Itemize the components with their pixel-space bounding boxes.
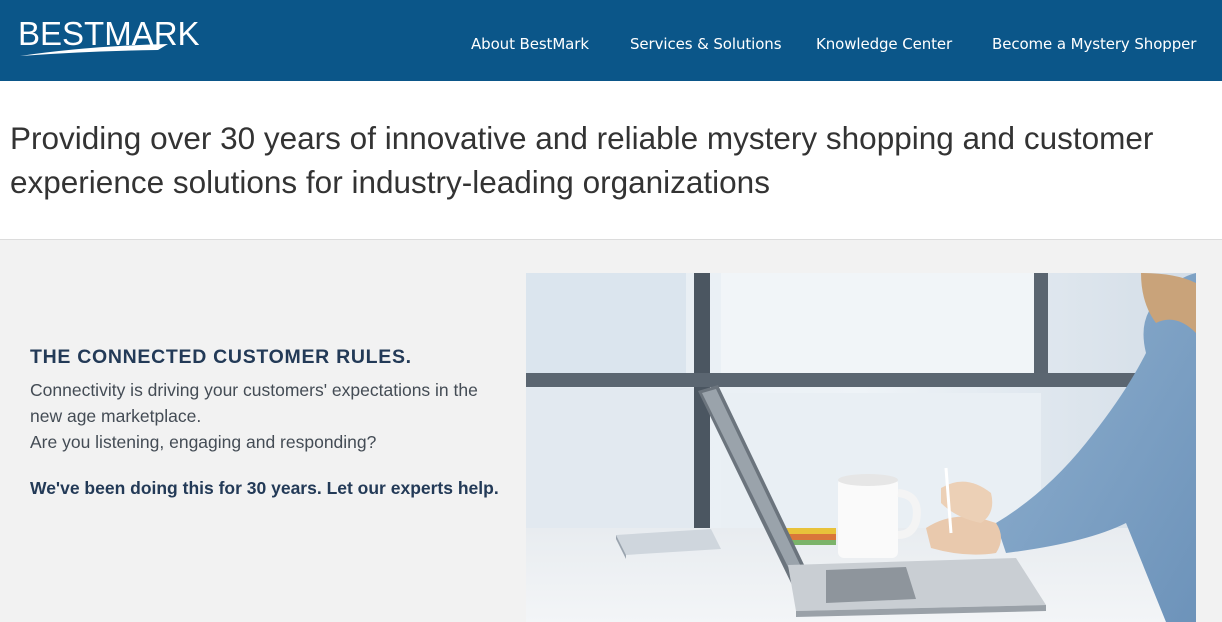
hero-banner: Providing over 30 years of innovative an… bbox=[0, 81, 1222, 240]
nav-become-mystery-shopper[interactable]: Become a Mystery Shopper bbox=[992, 35, 1196, 53]
feature-emphasis: We've been doing this for 30 years. Let … bbox=[30, 478, 499, 498]
feature-section: THE CONNECTED CUSTOMER RULES. Connectivi… bbox=[0, 240, 1222, 622]
feature-body-line2: Are you listening, engaging and respondi… bbox=[30, 432, 377, 452]
bestmark-logo[interactable]: BESTMARK bbox=[18, 14, 200, 58]
site-header: BESTMARK About BestMark Services & Solut… bbox=[0, 0, 1222, 81]
feature-heading: THE CONNECTED CUSTOMER RULES. bbox=[30, 346, 412, 368]
laptop-photo bbox=[526, 273, 1196, 622]
logo-swoosh-icon bbox=[20, 44, 168, 56]
feature-body-line1: Connectivity is driving your customers' … bbox=[30, 380, 478, 426]
feature-body: Connectivity is driving your customers' … bbox=[30, 377, 500, 455]
nav-knowledge-center[interactable]: Knowledge Center bbox=[816, 35, 952, 53]
hero-headline: Providing over 30 years of innovative an… bbox=[10, 120, 1154, 200]
laptop-photo-illustration bbox=[526, 273, 1196, 622]
nav-about-bestmark[interactable]: About BestMark bbox=[471, 35, 589, 53]
nav-services-solutions[interactable]: Services & Solutions bbox=[630, 35, 782, 53]
feature-copy: THE CONNECTED CUSTOMER RULES. Connectivi… bbox=[30, 346, 500, 501]
